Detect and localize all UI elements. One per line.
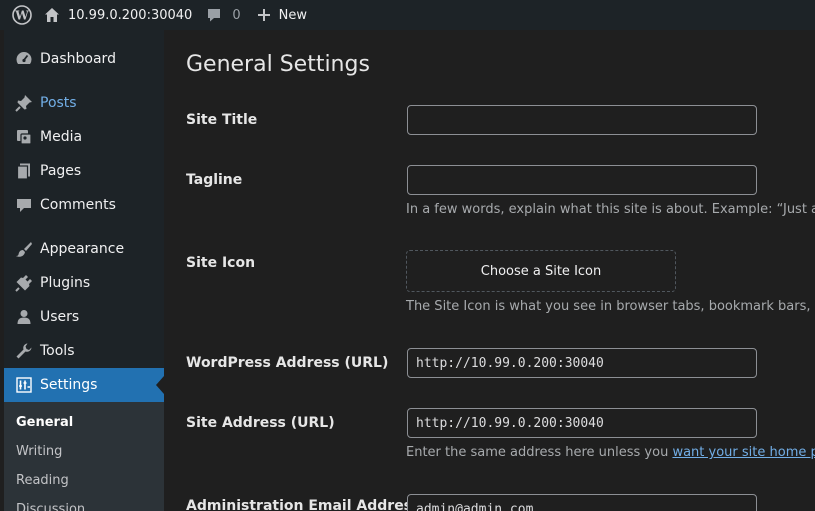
- comment-icon: [14, 195, 34, 215]
- tagline-input[interactable]: [407, 165, 757, 195]
- svg-text:W: W: [14, 9, 29, 23]
- wordpress-address-label: WordPress Address (URL): [186, 355, 389, 371]
- tagline-label: Tagline: [186, 172, 243, 188]
- sidebar-item-label: Posts: [40, 95, 77, 111]
- dashboard-icon: [14, 49, 34, 69]
- sidebar-item-label: Appearance: [40, 241, 125, 257]
- site-title-input[interactable]: [407, 105, 757, 135]
- wordpress-logo-icon[interactable]: W: [0, 0, 44, 30]
- sidebar-item-label: Plugins: [40, 275, 91, 291]
- sidebar-item-label: Comments: [40, 197, 116, 213]
- comment-icon: [208, 9, 221, 22]
- plug-icon: [14, 273, 34, 293]
- sidebar-item-label: Users: [40, 309, 80, 325]
- sidebar-item-label: Pages: [40, 163, 82, 179]
- pin-icon: [14, 93, 34, 113]
- sidebar-item-label: Dashboard: [40, 51, 116, 67]
- settings-icon: [14, 375, 34, 395]
- choose-site-icon-label: Choose a Site Icon: [480, 263, 602, 279]
- submenu-item-reading[interactable]: Reading: [4, 466, 164, 495]
- site-home-page-link[interactable]: want your site home page: [672, 445, 815, 460]
- site-address-label: Site Address (URL): [186, 415, 335, 431]
- plus-icon: [257, 9, 270, 21]
- choose-site-icon-button[interactable]: Choose a Site Icon: [406, 250, 676, 292]
- sidebar-item-users[interactable]: Users: [4, 300, 164, 334]
- sidebar-item-appearance[interactable]: Appearance: [4, 232, 164, 266]
- wrench-icon: [14, 341, 34, 361]
- home-icon: [45, 8, 59, 22]
- site-address-description-text: Enter the same address here unless you: [406, 445, 673, 460]
- submenu-item-writing[interactable]: Writing: [4, 437, 164, 466]
- tagline-description: In a few words, explain what this site i…: [406, 202, 815, 217]
- site-icon-label: Site Icon: [186, 255, 256, 271]
- admin-sidebar: Dashboard Posts Media Pages Comments App…: [4, 30, 164, 511]
- site-title-label: Site Title: [186, 112, 258, 128]
- new-content-link[interactable]: New: [257, 0, 307, 30]
- sidebar-item-posts[interactable]: Posts: [4, 86, 164, 120]
- media-icon: [14, 127, 34, 147]
- admin-email-input[interactable]: [407, 494, 757, 511]
- page-title: General Settings: [186, 52, 370, 77]
- site-name: 10.99.0.200:30040: [68, 7, 193, 23]
- site-address-input[interactable]: [407, 408, 757, 438]
- user-icon: [14, 307, 34, 327]
- brush-icon: [14, 239, 34, 259]
- wordpress-address-input[interactable]: [407, 348, 757, 378]
- sidebar-item-label: Tools: [40, 343, 75, 359]
- site-address-description: Enter the same address here unless you w…: [406, 445, 815, 460]
- sidebar-item-comments[interactable]: Comments: [4, 188, 164, 222]
- sidebar-item-media[interactable]: Media: [4, 120, 164, 154]
- comments-link[interactable]: 0: [206, 0, 256, 30]
- site-name-link[interactable]: 10.99.0.200:30040: [44, 0, 206, 30]
- settings-submenu: General Writing Reading Discussion: [4, 402, 164, 511]
- sidebar-item-label: Settings: [40, 377, 98, 393]
- sidebar-item-settings[interactable]: Settings: [4, 368, 164, 402]
- submenu-item-discussion[interactable]: Discussion: [4, 495, 164, 511]
- sidebar-item-label: Media: [40, 129, 83, 145]
- admin-bar: W 10.99.0.200:30040 0 New: [0, 0, 815, 30]
- main-content: General Settings Site Title Tagline In a…: [164, 30, 815, 511]
- sidebar-item-plugins[interactable]: Plugins: [4, 266, 164, 300]
- pages-icon: [14, 161, 34, 181]
- site-icon-description: The Site Icon is what you see in browser…: [406, 299, 815, 314]
- submenu-item-general[interactable]: General: [4, 408, 164, 437]
- comments-count: 0: [232, 7, 241, 23]
- admin-email-label: Administration Email Address: [186, 498, 421, 511]
- new-label: New: [278, 7, 307, 23]
- sidebar-item-dashboard[interactable]: Dashboard: [4, 42, 164, 76]
- sidebar-item-tools[interactable]: Tools: [4, 334, 164, 368]
- sidebar-item-pages[interactable]: Pages: [4, 154, 164, 188]
